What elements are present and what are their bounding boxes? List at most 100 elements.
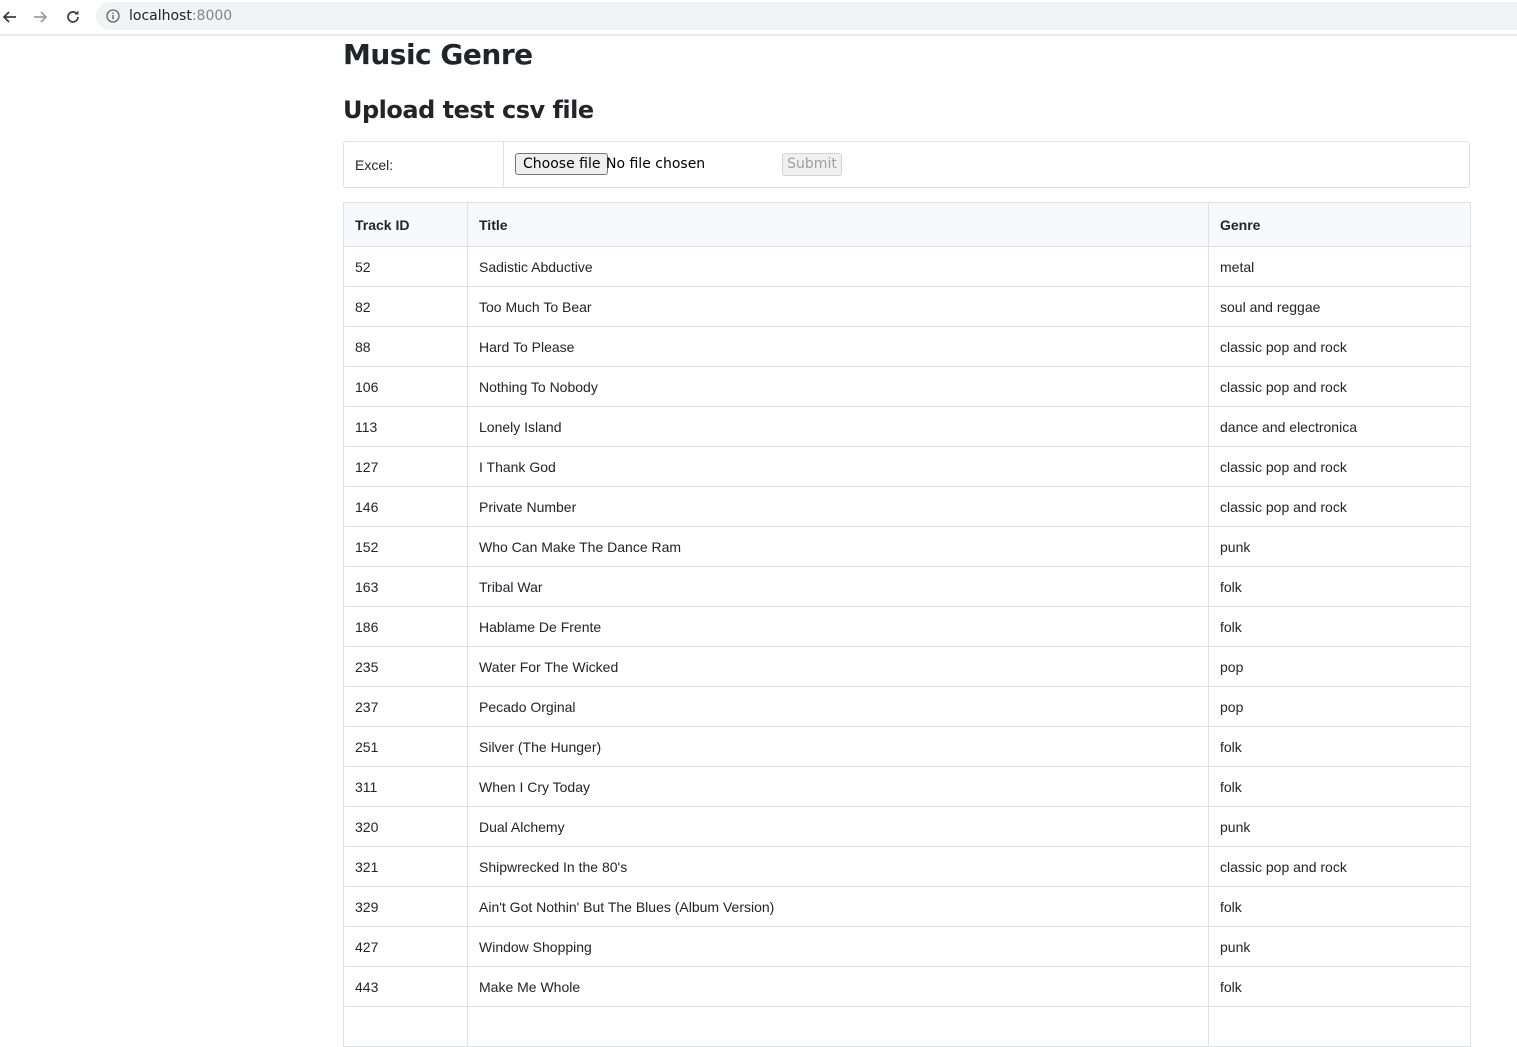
cell-genre: folk: [1208, 966, 1471, 1007]
address-bar[interactable]: localhost:8000: [96, 2, 1517, 30]
header-track-id: Track ID: [343, 202, 468, 247]
cell-title: Nothing To Nobody: [467, 366, 1209, 407]
cell-genre: folk: [1208, 606, 1471, 647]
table-row: 251 Silver (The Hunger) folk: [343, 726, 1471, 767]
cell-genre: classic pop and rock: [1208, 446, 1471, 487]
table-row: 427 Window Shopping punk: [343, 926, 1471, 967]
table-row: 311 When I Cry Today folk: [343, 766, 1471, 807]
table-row: 235 Water For The Wicked pop: [343, 646, 1471, 687]
cell-track-id: 88: [343, 326, 468, 367]
table-header-row: Track ID Title Genre: [343, 202, 1471, 247]
cell-genre: punk: [1208, 806, 1471, 847]
table-row: 113 Lonely Island dance and electronica: [343, 406, 1471, 447]
header-genre: Genre: [1208, 202, 1471, 247]
cell-track-id: 443: [343, 966, 468, 1007]
cell-track-id: 106: [343, 366, 468, 407]
cell-track-id: 321: [343, 846, 468, 887]
cell-title: Dual Alchemy: [467, 806, 1209, 847]
cell-track-id: 146: [343, 486, 468, 527]
cell-title: Shipwrecked In the 80's: [467, 846, 1209, 887]
cell-title: Hablame De Frente: [467, 606, 1209, 647]
toolbar-divider: [0, 34, 1517, 36]
submit-button[interactable]: Submit: [782, 153, 842, 176]
cell-genre: pop: [1208, 646, 1471, 687]
cell-track-id: 311: [343, 766, 468, 807]
table-row: 82 Too Much To Bear soul and reggae: [343, 286, 1471, 327]
cell-genre: [1208, 1006, 1471, 1047]
reload-icon[interactable]: [62, 6, 84, 28]
cell-title: Window Shopping: [467, 926, 1209, 967]
url-port: :8000: [191, 8, 233, 24]
cell-track-id: 251: [343, 726, 468, 767]
table-row: 146 Private Number classic pop and rock: [343, 486, 1471, 527]
cell-track-id: 235: [343, 646, 468, 687]
cell-title: [467, 1006, 1209, 1047]
cell-genre: dance and electronica: [1208, 406, 1471, 447]
table-row: 329 Ain't Got Nothin' But The Blues (Albu…: [343, 886, 1471, 927]
table-row: 163 Tribal War folk: [343, 566, 1471, 607]
info-icon[interactable]: [106, 9, 120, 23]
table-row: [343, 1006, 1471, 1047]
table-row: 152 Who Can Make The Dance Ram punk: [343, 526, 1471, 567]
page-title: Music Genre: [343, 38, 533, 71]
url-host: localhost: [129, 8, 192, 24]
table-row: 237 Pecado Orginal pop: [343, 686, 1471, 727]
cell-title: Ain't Got Nothin' But The Blues (Album V…: [467, 886, 1209, 927]
cell-track-id: 152: [343, 526, 468, 567]
header-title: Title: [467, 202, 1209, 247]
tracks-table: Track ID Title Genre 52 Sadistic Abductiv…: [343, 202, 1471, 1047]
cell-title: Lonely Island: [467, 406, 1209, 447]
cell-title: Hard To Please: [467, 326, 1209, 367]
file-label: Excel:: [344, 142, 504, 187]
cell-title: Tribal War: [467, 566, 1209, 607]
tracks-table-container: Track ID Title Genre 52 Sadistic Abductiv…: [343, 202, 1471, 1047]
cell-genre: folk: [1208, 766, 1471, 807]
cell-track-id: 82: [343, 286, 468, 327]
cell-track-id: 163: [343, 566, 468, 607]
choose-file-button[interactable]: Choose file: [515, 153, 609, 175]
cell-genre: punk: [1208, 526, 1471, 567]
cell-track-id: 320: [343, 806, 468, 847]
cell-title: Too Much To Bear: [467, 286, 1209, 327]
table-row: 106 Nothing To Nobody classic pop and rock: [343, 366, 1471, 407]
table-row: 88 Hard To Please classic pop and rock: [343, 326, 1471, 367]
cell-title: Make Me Whole: [467, 966, 1209, 1007]
cell-genre: folk: [1208, 566, 1471, 607]
cell-genre: classic pop and rock: [1208, 326, 1471, 367]
cell-genre: punk: [1208, 926, 1471, 967]
table-body: 52 Sadistic Abductive metal 82 Too Much To B…: [343, 246, 1471, 1047]
cell-title: Water For The Wicked: [467, 646, 1209, 687]
table-row: 443 Make Me Whole folk: [343, 966, 1471, 1007]
cell-title: When I Cry Today: [467, 766, 1209, 807]
cell-genre: classic pop and rock: [1208, 846, 1471, 887]
back-arrow-icon[interactable]: [0, 6, 20, 28]
cell-title: Pecado Orginal: [467, 686, 1209, 727]
table-row: 186 Hablame De Frente folk: [343, 606, 1471, 647]
section-title: Upload test csv file: [343, 96, 594, 124]
cell-track-id: [343, 1006, 468, 1047]
browser-toolbar: localhost:8000: [0, 0, 1517, 36]
cell-track-id: 186: [343, 606, 468, 647]
cell-genre: classic pop and rock: [1208, 486, 1471, 527]
cell-title: Private Number: [467, 486, 1209, 527]
table-row: 321 Shipwrecked In the 80's classic pop an…: [343, 846, 1471, 887]
cell-title: Who Can Make The Dance Ram: [467, 526, 1209, 567]
cell-genre: folk: [1208, 726, 1471, 767]
table-row: 127 I Thank God classic pop and rock: [343, 446, 1471, 487]
url-text: localhost:8000: [129, 8, 232, 24]
cell-genre: pop: [1208, 686, 1471, 727]
cell-track-id: 113: [343, 406, 468, 447]
table-row: 320 Dual Alchemy punk: [343, 806, 1471, 847]
cell-genre: classic pop and rock: [1208, 366, 1471, 407]
cell-title: Sadistic Abductive: [467, 246, 1209, 287]
cell-genre: soul and reggae: [1208, 286, 1471, 327]
forward-arrow-icon[interactable]: [30, 6, 52, 28]
cell-genre: metal: [1208, 246, 1471, 287]
upload-form: Excel: Choose file No file chosen Submit: [343, 141, 1470, 188]
cell-track-id: 237: [343, 686, 468, 727]
table-row: 52 Sadistic Abductive metal: [343, 246, 1471, 287]
cell-title: I Thank God: [467, 446, 1209, 487]
cell-genre: folk: [1208, 886, 1471, 927]
cell-title: Silver (The Hunger): [467, 726, 1209, 767]
cell-track-id: 127: [343, 446, 468, 487]
